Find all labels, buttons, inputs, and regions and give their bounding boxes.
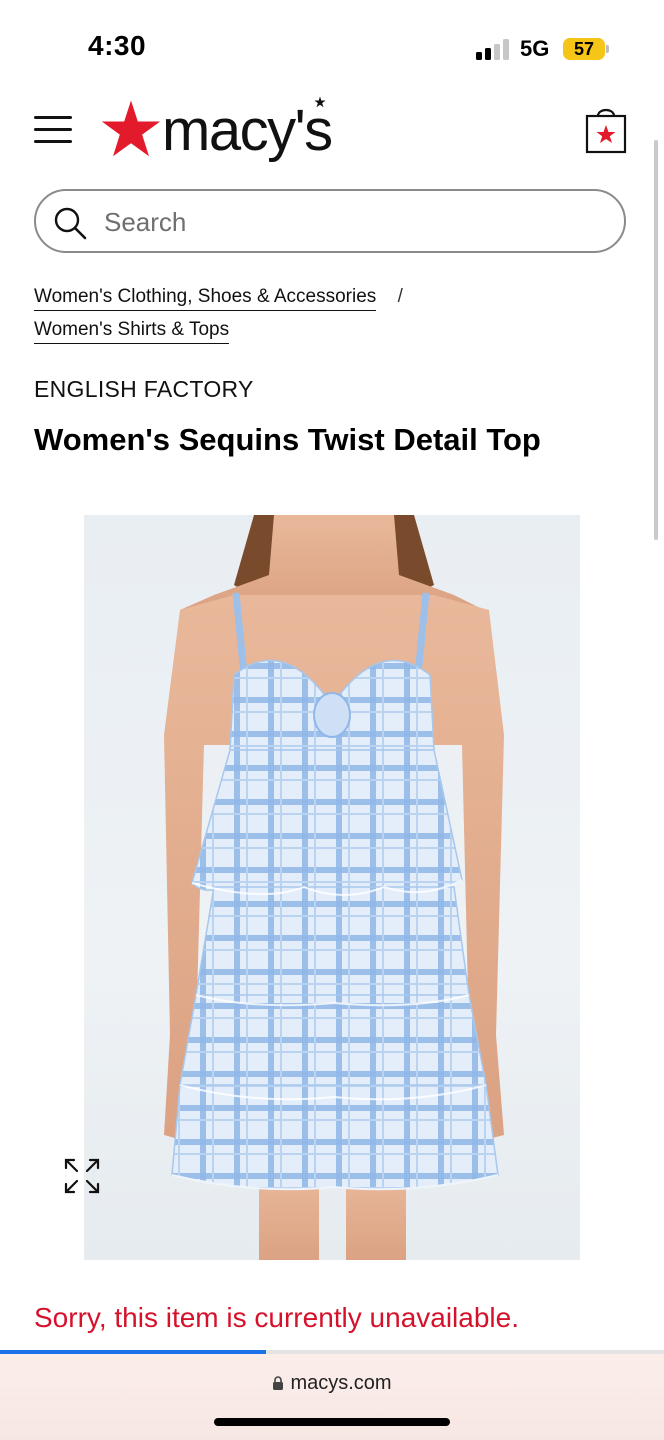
status-bar: 4:30 5G 57 bbox=[0, 0, 664, 96]
product-page: 4:30 5G 57 macy's Search Women's Clothin… bbox=[0, 0, 664, 1440]
expand-arrows-icon[interactable] bbox=[62, 1156, 102, 1196]
home-indicator[interactable] bbox=[214, 1418, 450, 1426]
battery-level: 57 bbox=[573, 39, 595, 59]
availability-message: Sorry, this item is currently unavailabl… bbox=[34, 1302, 519, 1333]
product-photo-illustration bbox=[164, 515, 504, 1260]
network-type: 5G bbox=[520, 36, 550, 61]
logo-star-icon bbox=[101, 100, 161, 157]
breadcrumb-separator: / bbox=[397, 286, 403, 307]
product-title: Women's Sequins Twist Detail Top bbox=[34, 422, 541, 457]
status-time: 4:30 bbox=[88, 30, 147, 61]
cellular-signal-icon bbox=[476, 38, 510, 60]
breadcrumb-womens-clothing[interactable]: Women's Clothing, Shoes & Accessories bbox=[34, 286, 377, 311]
battery-nub bbox=[606, 45, 609, 53]
product-brand[interactable]: ENGLISH FACTORY bbox=[34, 376, 254, 403]
search-placeholder: Search bbox=[104, 207, 187, 237]
product-image[interactable] bbox=[84, 515, 580, 1260]
shopping-bag-icon[interactable] bbox=[584, 104, 628, 154]
url-text: macys.com bbox=[290, 1372, 392, 1394]
breadcrumb: Women's Clothing, Shoes & Accessories / … bbox=[34, 286, 634, 344]
logo-mini-star-icon bbox=[314, 96, 326, 108]
url-display[interactable]: macys.com bbox=[0, 1372, 664, 1395]
search-icon bbox=[54, 207, 87, 240]
search-input[interactable]: Search bbox=[34, 189, 626, 253]
logo-text: macy's bbox=[162, 98, 333, 163]
lock-icon bbox=[273, 1376, 284, 1390]
breadcrumb-womens-shirts-tops[interactable]: Women's Shirts & Tops bbox=[34, 319, 230, 344]
browser-address-bar[interactable]: macys.com bbox=[0, 1354, 664, 1440]
battery-icon: 57 bbox=[563, 38, 605, 60]
hamburger-menu-icon[interactable] bbox=[34, 112, 74, 146]
scrollbar[interactable] bbox=[654, 140, 658, 540]
macys-logo[interactable]: macy's bbox=[100, 96, 350, 168]
